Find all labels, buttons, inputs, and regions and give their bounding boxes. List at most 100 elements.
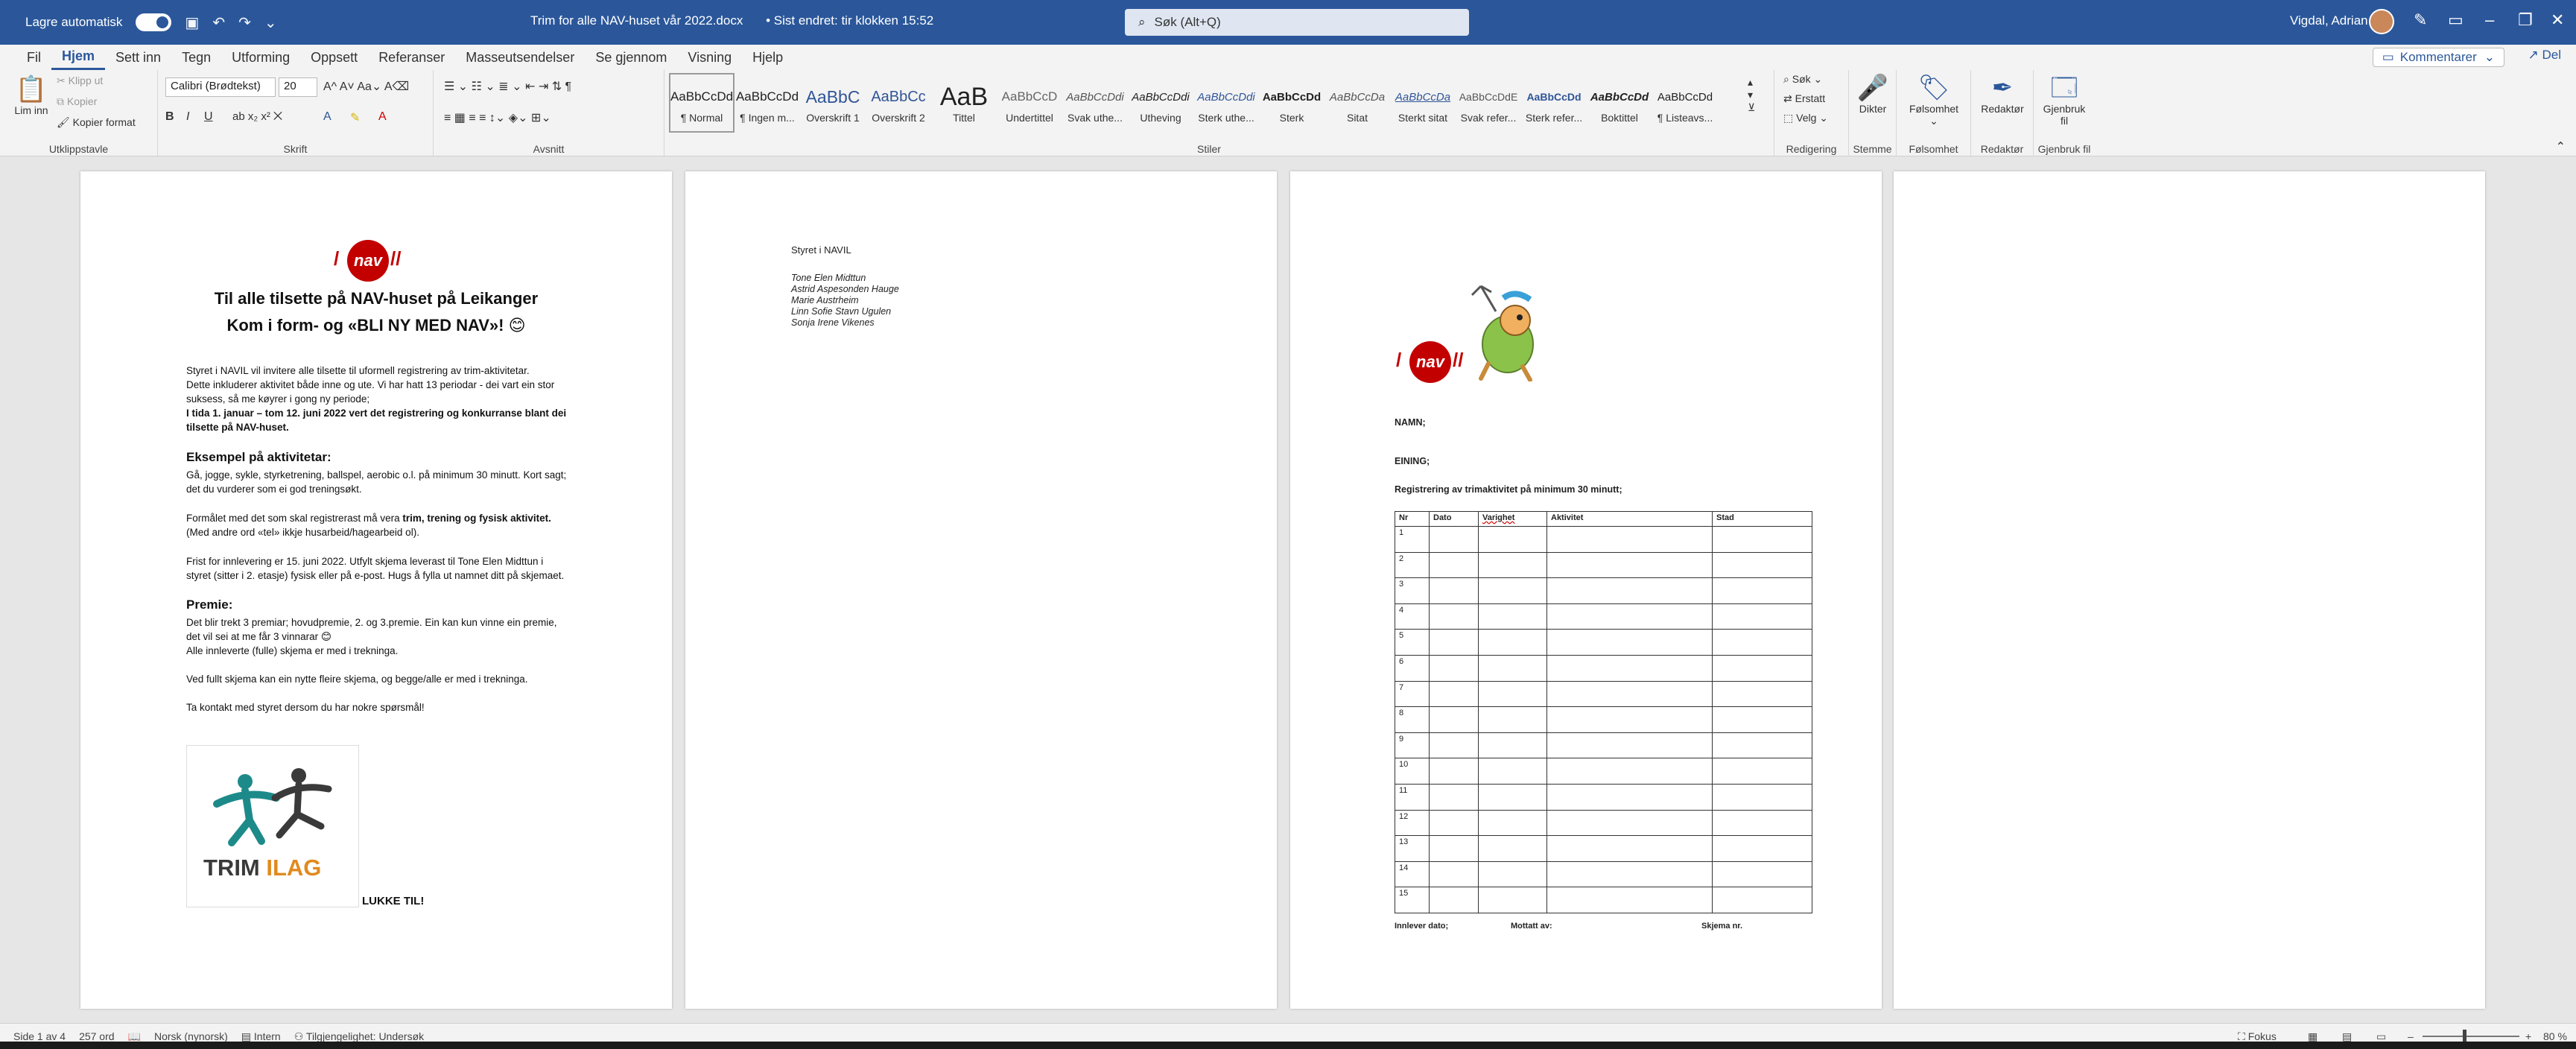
bold-button[interactable]: B — [165, 110, 174, 124]
tab-hjem[interactable]: Hjem — [51, 45, 106, 70]
style-overskrift-2[interactable]: AaBbCc Overskrift 2 — [866, 73, 931, 133]
page-count[interactable]: Side 1 av 4 — [13, 1030, 66, 1042]
collapse-ribbon-icon[interactable]: ⌃ — [2556, 139, 2566, 154]
restore-icon[interactable]: ❐ — [2518, 10, 2533, 30]
table-row[interactable]: 6 — [1395, 654, 1812, 682]
accessibility-status[interactable]: ⚇ Tilgjengelighet: Undersøk — [294, 1030, 424, 1043]
page-3[interactable]: / nav // NAMN; EINING; Registrering av t… — [1290, 171, 1882, 1009]
tab-oppsett[interactable]: Oppsett — [300, 45, 368, 70]
word-count[interactable]: 257 ord — [79, 1030, 114, 1042]
customize-toolbar-icon[interactable]: ⌄ — [264, 13, 277, 32]
style-listeavsnitt[interactable]: AaBbCcDd ¶ Listeavs... — [1652, 73, 1718, 133]
tab-hjelp[interactable]: Hjelp — [742, 45, 793, 70]
proofing-icon[interactable]: 📖 — [128, 1030, 141, 1043]
styles-scroll-icon[interactable]: ▴ ▾ ⊻ — [1748, 76, 1755, 114]
page-2[interactable]: Styret i NAVIL Tone Elen Midttun Astrid … — [685, 171, 1277, 1009]
close-icon[interactable]: ✕ — [2551, 10, 2564, 30]
grow-font-icon[interactable]: A^ A˅ Aa⌄ A⌫ — [323, 79, 409, 94]
style-normal[interactable]: AaBbCcDd ¶ Normal — [669, 73, 735, 133]
autosave-toggle[interactable] — [136, 13, 172, 31]
table-row[interactable]: 15 — [1395, 887, 1812, 913]
table-row[interactable]: 9 — [1395, 732, 1812, 759]
tab-tegn[interactable]: Tegn — [171, 45, 221, 70]
table-row[interactable]: 2 — [1395, 551, 1812, 579]
document-canvas[interactable]: / nav // Til alle tilsette på NAV-huset … — [0, 156, 2576, 1023]
table-row[interactable]: 12 — [1395, 809, 1812, 837]
table-row[interactable]: 1 — [1395, 526, 1812, 553]
style-overskrift-1[interactable]: AaBbC Overskrift 1 — [800, 73, 866, 133]
table-row[interactable]: 4 — [1395, 603, 1812, 630]
tab-se-gjennom[interactable]: Se gjennom — [585, 45, 677, 70]
zoom-in-icon[interactable]: + — [2525, 1030, 2531, 1042]
document-title-area[interactable]: Trim for alle NAV-huset vår 2022.docx • … — [530, 13, 933, 28]
highlight-button[interactable]: ✎ — [350, 110, 360, 125]
focus-button[interactable]: ⛶ Fokus — [2238, 1030, 2277, 1043]
page-4[interactable] — [1894, 171, 2485, 1009]
style-sterk[interactable]: AaBbCcDd Sterk — [1259, 73, 1325, 133]
replace-button[interactable]: ⇄ Erstatt — [1783, 92, 1825, 105]
undo-icon[interactable]: ↶ — [212, 13, 225, 32]
cut-button[interactable]: ✂ Klipp ut — [57, 75, 103, 87]
tab-masseutsendelser[interactable]: Masseutsendelser — [455, 45, 585, 70]
reuse-file-button[interactable]: 🗔 Gjenbruk fil — [2038, 73, 2090, 127]
table-row[interactable]: 14 — [1395, 861, 1812, 888]
find-button[interactable]: ⌕ Søk ⌄ — [1783, 73, 1822, 86]
strikethrough-button[interactable]: ab x₂ x² ⨉ — [232, 110, 282, 123]
save-icon[interactable]: ▣ — [185, 13, 199, 32]
style-svak-referanse[interactable]: AaBbCcDdE Svak refer... — [1456, 73, 1521, 133]
style-tittel[interactable]: AaB Tittel — [931, 73, 997, 133]
tab-utforming[interactable]: Utforming — [221, 45, 300, 70]
style-boktittel[interactable]: AaBbCcDd Boktittel — [1587, 73, 1652, 133]
dictate-button[interactable]: 🎤 Dikter — [1852, 73, 1894, 115]
copy-button[interactable]: ⧉ Kopier — [57, 95, 97, 108]
zoom-level[interactable]: 80 % — [2543, 1030, 2567, 1042]
web-layout-icon[interactable]: ▭ — [2376, 1030, 2386, 1043]
language[interactable]: Norsk (nynorsk) — [154, 1030, 228, 1042]
search-box[interactable]: ⌕ Søk (Alt+Q) — [1125, 9, 1469, 36]
sensitivity-button[interactable]: 🏷 Følsomhet ⌄ — [1903, 73, 1965, 127]
text-effects-button[interactable]: A — [323, 110, 331, 124]
comments-button[interactable]: ▭ Kommentarer ⌄ — [2372, 48, 2504, 67]
page-1[interactable]: / nav // Til alle tilsette på NAV-huset … — [80, 171, 672, 1009]
underline-button[interactable]: U — [204, 110, 213, 124]
table-row[interactable]: 11 — [1395, 783, 1812, 811]
sensitivity-status[interactable]: ▤ Intern — [241, 1030, 281, 1043]
share-button[interactable]: ↗ Del — [2528, 48, 2561, 63]
pen-icon[interactable]: ✎ — [2414, 10, 2427, 30]
read-mode-icon[interactable]: ▦ — [2308, 1030, 2318, 1043]
style-sterk-utheving[interactable]: AaBbCcDdi Sterk uthe... — [1193, 73, 1259, 133]
italic-button[interactable]: I — [186, 110, 189, 124]
table-row[interactable]: 10 — [1395, 758, 1812, 785]
avatar[interactable] — [2369, 9, 2394, 34]
bullets-icon[interactable]: ☰ ⌄ ☷ ⌄ ≣ ⌄ ⇤ ⇥ ⇅ ¶ — [444, 79, 571, 94]
table-row[interactable]: 7 — [1395, 680, 1812, 708]
style-sitat[interactable]: AaBbCcDa Sitat — [1325, 73, 1390, 133]
table-row[interactable]: 8 — [1395, 706, 1812, 733]
tab-visning[interactable]: Visning — [677, 45, 742, 70]
font-color-button[interactable]: A — [378, 110, 387, 124]
table-row[interactable]: 3 — [1395, 577, 1812, 604]
style-sterk-referanse[interactable]: AaBbCcDd Sterk refer... — [1521, 73, 1587, 133]
style-utheving[interactable]: AaBbCcDdi Utheving — [1128, 73, 1193, 133]
zoom-slider[interactable] — [2423, 1036, 2519, 1037]
ribbon-display-icon[interactable]: ▭ — [2448, 10, 2464, 30]
tab-sett-inn[interactable]: Sett inn — [105, 45, 171, 70]
user-name[interactable]: Vigdal, Adrian — [2290, 13, 2368, 28]
select-button[interactable]: ⬚ Velg ⌄ — [1783, 112, 1828, 124]
format-painter-button[interactable]: 🖌 Kopier format — [57, 116, 136, 129]
style-ingen-mellomrom[interactable]: AaBbCcDd ¶ Ingen m... — [735, 73, 800, 133]
print-layout-icon[interactable]: ▤ — [2342, 1030, 2352, 1043]
zoom-out-icon[interactable]: – — [2408, 1030, 2414, 1042]
align-left-icon[interactable]: ≡ ▦ ≡ ≡ ↕⌄ ◈⌄ ⊞⌄ — [444, 110, 551, 125]
minimize-icon[interactable]: – — [2485, 10, 2494, 30]
tab-fil[interactable]: Fil — [0, 45, 51, 70]
font-size-field[interactable]: 20 — [279, 77, 317, 97]
table-row[interactable]: 13 — [1395, 835, 1812, 862]
tab-referanser[interactable]: Referanser — [368, 45, 455, 70]
style-sterkt-sitat[interactable]: AaBbCcDa Sterkt sitat — [1390, 73, 1456, 133]
editor-button[interactable]: ✒ Redaktør — [1976, 73, 2029, 115]
redo-icon[interactable]: ↷ — [238, 13, 251, 32]
registration-table[interactable]: Nr Dato Varighet Aktivitet Stad 1 2 3 4 … — [1395, 511, 1812, 913]
style-svak-utheving[interactable]: AaBbCcDdi Svak uthe... — [1062, 73, 1128, 133]
table-row[interactable]: 5 — [1395, 629, 1812, 656]
